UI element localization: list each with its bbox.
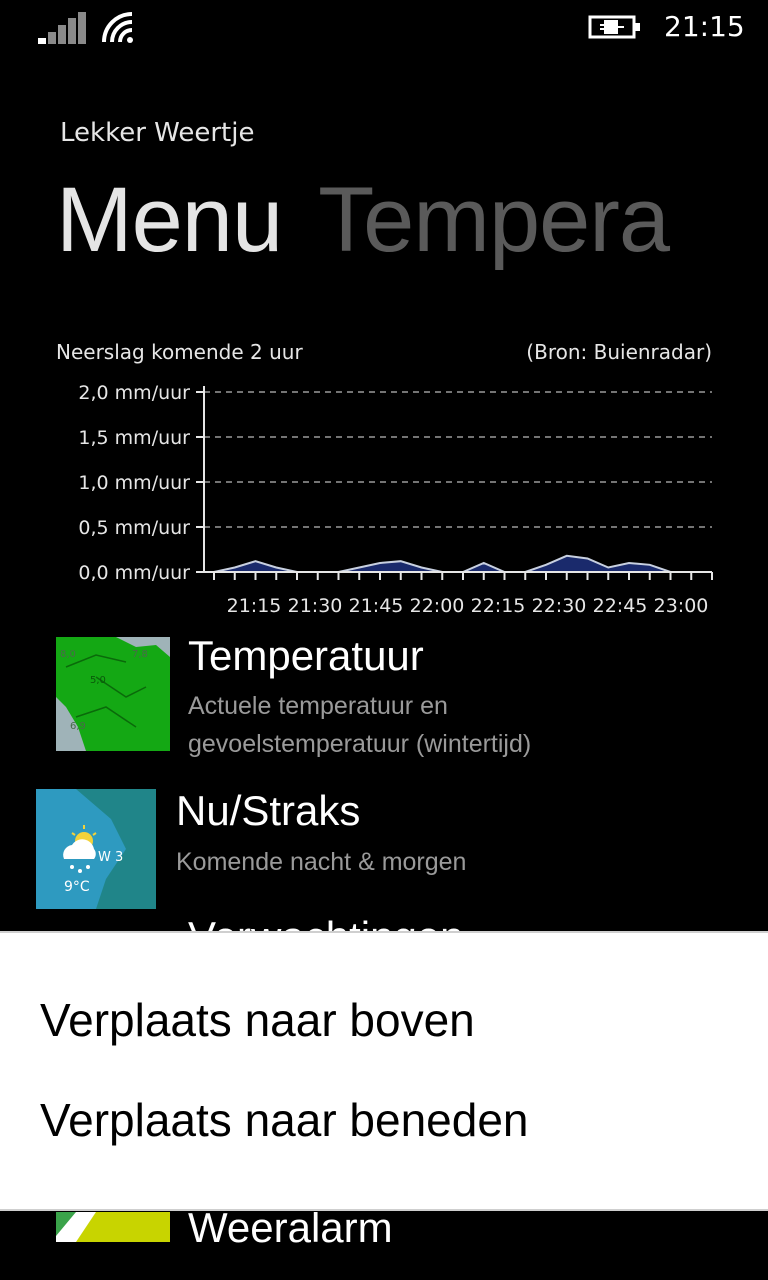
x-tick-label: 22:00 [410,595,465,617]
app-title: Lekker Weertje [60,118,255,148]
thumb-label: 8,0 [60,649,76,660]
description-line: Actuele temperatuur en [188,692,448,720]
thumb-label: 5,0 [90,675,106,686]
pivot-header: Menu Tempera [56,168,768,273]
x-tick-label: 22:45 [593,595,648,617]
description-line: gevoelstemperatuur (wintertijd) [188,730,532,758]
thumb-label: 7,8 [132,649,148,660]
status-bar: 21:15 [0,0,768,56]
move-down-menu-item[interactable]: Verplaats naar beneden [40,1093,529,1147]
y-tick-label: 0,0 mm/uur [78,562,190,584]
x-tick-label: 23:00 [654,595,709,617]
menu-item-title: Temperatuur [188,632,424,679]
context-menu: Verplaats naar boven Verplaats naar bene… [0,931,768,1211]
precipitation-chart: 0,0 mm/uur 0,5 mm/uur 1,0 mm/uur 1,5 mm/uur… [78,382,713,617]
x-tick-label: 21:15 [227,595,282,617]
menu-item-title: Nu/Straks [176,787,361,834]
y-tick-label: 0,5 mm/uur [78,517,190,539]
thumb-label: 6,9 [70,721,86,732]
pivot-item-menu[interactable]: Menu [56,169,283,271]
status-time: 21:15 [664,10,745,43]
pivot-item-temperatuur[interactable]: Tempera [318,169,670,271]
menu-item-weeralarm[interactable]: Weeralarm [0,1212,768,1280]
thumb-label: 9°C [64,879,90,895]
x-tick-label: 22:15 [471,595,526,617]
signal-icon [38,12,86,44]
weather-now-thumbnail: W 3 9°C [36,789,156,909]
y-tick-label: 2,0 mm/uur [78,382,190,404]
chart-source: (Bron: Buienradar) [526,340,712,364]
weather-alarm-thumbnail [56,1212,170,1242]
x-tick-label: 22:30 [532,595,587,617]
wifi-icon [102,12,133,43]
x-tick-label: 21:45 [349,595,404,617]
menu-item-description: Actuele temperatuur en gevoelstemperatuu… [188,687,531,763]
menu-item-title: Weeralarm [188,1212,393,1251]
x-tick-label: 21:30 [288,595,343,617]
description-line: Komende nacht & morgen [176,848,467,876]
thumb-label: W 3 [98,850,123,865]
y-tick-label: 1,0 mm/uur [78,472,190,494]
temperature-map-thumbnail: 8,0 7,8 5,0 6,9 [56,637,170,751]
y-tick-label: 1,5 mm/uur [78,427,190,449]
chart-title: Neerslag komende 2 uur [56,340,303,364]
menu-item-description: Komende nacht & morgen [176,843,466,881]
menu-item-nu-straks[interactable]: W 3 9°C Nu/Straks Komende nacht & morgen [0,785,768,915]
move-up-menu-item[interactable]: Verplaats naar boven [40,993,475,1047]
menu-item-temperatuur[interactable]: 8,0 7,8 5,0 6,9 Temperatuur Actuele temp… [0,630,768,770]
battery-charging-icon [588,15,640,39]
